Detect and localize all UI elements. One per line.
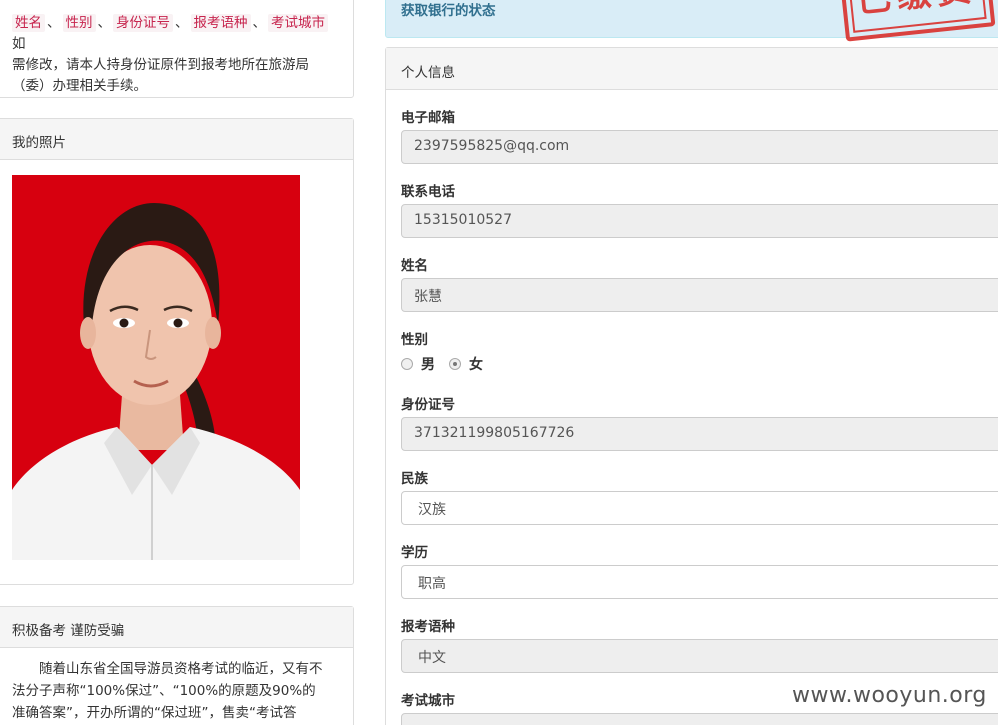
anti-fraud-body: 随着山东省全国导游员资格考试的临近，又有不法分子声称“100%保过”、“100%… bbox=[12, 661, 323, 721]
gender-field-group: 性别 男 女 bbox=[401, 328, 998, 373]
id-number-label: 身份证号 bbox=[401, 397, 455, 413]
notice-separator: 、 bbox=[47, 15, 61, 31]
gender-option-female[interactable]: 女 bbox=[469, 354, 483, 374]
education-select[interactable]: 职高 bbox=[401, 565, 998, 599]
notice-card: 姓名、性别、身份证号、报考语种、考试城市 如 需修改，请本人持身份证原件到报考地… bbox=[0, 0, 354, 98]
ethnicity-field-group: 民族 汉族 bbox=[401, 467, 998, 525]
anti-fraud-card: 积极备考 谨防受骗 随着山东省全国导游员资格考试的临近，又有不法分子声称“100… bbox=[0, 606, 354, 725]
personal-info-title: 个人信息 bbox=[386, 48, 998, 90]
name-field-group: 姓名 张慧 bbox=[401, 254, 998, 312]
anti-fraud-title: 积极备考 谨防受骗 bbox=[0, 607, 353, 648]
photo-card-title: 我的照片 bbox=[0, 119, 353, 160]
gender-label: 性别 bbox=[401, 332, 428, 348]
exam-language-label: 报考语种 bbox=[401, 619, 455, 635]
notice-separator: 、 bbox=[97, 15, 112, 31]
applicant-photo bbox=[12, 175, 300, 560]
portrait-image bbox=[12, 175, 300, 560]
watermark: www.wooyun.org bbox=[792, 683, 987, 708]
gender-radio-male[interactable] bbox=[401, 358, 413, 370]
exam-language-field-group: 报考语种 中文 bbox=[401, 615, 998, 673]
notice-text-line2: 需修改，请本人持身份证原件到报考地所在旅游局 bbox=[12, 57, 309, 73]
phone-label: 联系电话 bbox=[401, 184, 455, 200]
notice-tag-gender: 性别 bbox=[62, 14, 96, 32]
name-field[interactable]: 张慧 bbox=[401, 278, 998, 312]
notice-text: 姓名、性别、身份证号、报考语种、考试城市 如 需修改，请本人持身份证原件到报考地… bbox=[12, 13, 342, 97]
notice-text-suffix: 如 bbox=[12, 36, 26, 52]
ethnicity-label: 民族 bbox=[401, 471, 428, 487]
education-label: 学历 bbox=[401, 545, 428, 561]
photo-card: 我的照片 bbox=[0, 118, 354, 585]
notice-separator: 、 bbox=[175, 15, 189, 31]
notice-tag-city: 考试城市 bbox=[268, 14, 328, 32]
gender-radio-female[interactable] bbox=[449, 358, 461, 370]
notice-text-line3: （委）办理相关手续。 bbox=[12, 78, 147, 94]
email-label: 电子邮箱 bbox=[401, 110, 455, 126]
bank-status-alert-text: 获取银行的状态 bbox=[401, 3, 496, 19]
personal-info-panel: 个人信息 电子邮箱 2397595825@qq.com 联系电话 1531501… bbox=[385, 47, 998, 725]
gender-option-male[interactable]: 男 bbox=[421, 354, 435, 374]
phone-field[interactable]: 15315010527 bbox=[401, 204, 998, 238]
notice-tag-id: 身份证号 bbox=[113, 14, 173, 32]
notice-tag-language: 报考语种 bbox=[190, 14, 251, 32]
id-number-field-group: 身份证号 371321199805167726 bbox=[401, 393, 998, 451]
education-field-group: 学历 职高 bbox=[401, 541, 998, 599]
paid-stamp-border bbox=[847, 0, 987, 33]
exam-city-select[interactable] bbox=[401, 713, 998, 725]
notice-tag-name: 姓名 bbox=[12, 14, 45, 32]
notice-separator: 、 bbox=[252, 15, 267, 31]
left-column: 姓名、性别、身份证号、报考语种、考试城市 如 需修改，请本人持身份证原件到报考地… bbox=[0, 0, 355, 725]
email-field-group: 电子邮箱 2397595825@qq.com bbox=[401, 106, 998, 164]
id-number-field[interactable]: 371321199805167726 bbox=[401, 417, 998, 451]
phone-field-group: 联系电话 15315010527 bbox=[401, 180, 998, 238]
name-label: 姓名 bbox=[401, 258, 428, 274]
gender-radio-group: 男 女 bbox=[401, 354, 497, 374]
ethnicity-select[interactable]: 汉族 bbox=[401, 491, 998, 525]
exam-language-select[interactable]: 中文 bbox=[401, 639, 998, 673]
email-field[interactable]: 2397595825@qq.com bbox=[401, 130, 998, 164]
